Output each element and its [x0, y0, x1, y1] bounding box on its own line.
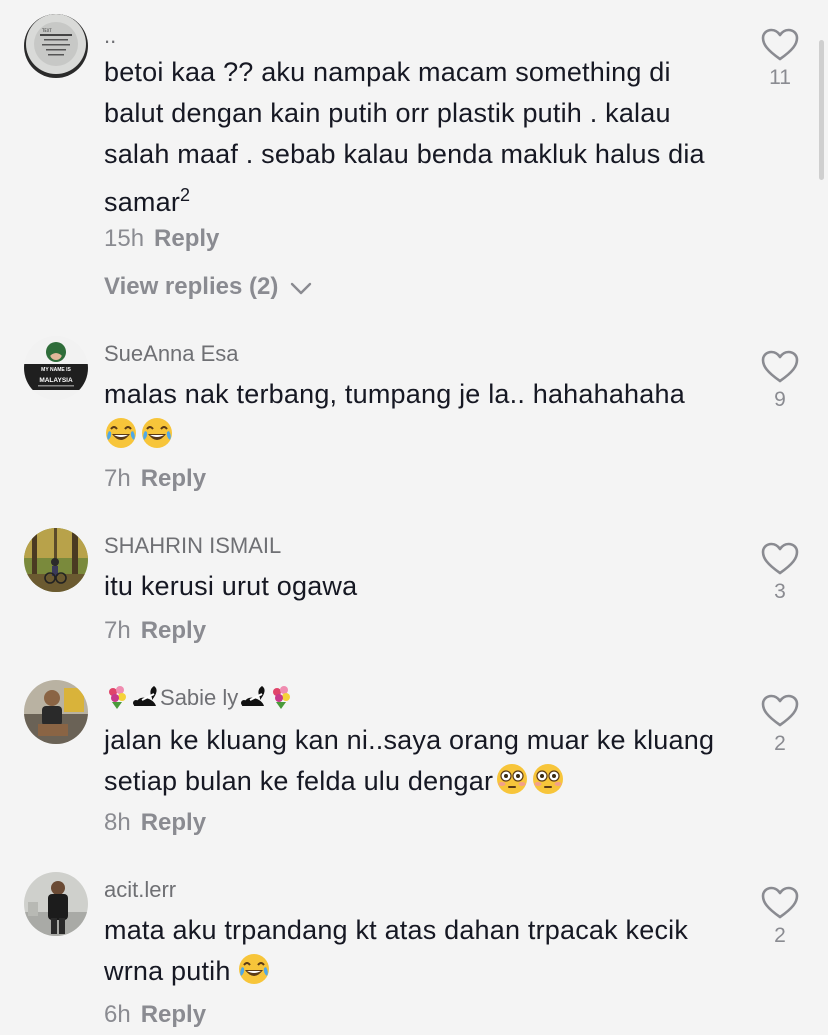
avatar[interactable]: MY NAME IS MALAYSIA — [24, 336, 88, 400]
heart-outline-icon — [761, 28, 799, 61]
skunk-icon — [130, 684, 160, 710]
comment-text-content: itu kerusi urut ogawa — [104, 571, 358, 601]
avatar-image: TEXT — [24, 14, 88, 78]
avatar-image — [24, 680, 88, 744]
comment-text: betoi kaa ?? aku nampak macam something … — [104, 52, 734, 223]
heart-outline-icon — [761, 350, 799, 383]
comment-username[interactable]: Sabie ly — [104, 684, 294, 712]
comment-text: itu kerusi urut ogawa — [104, 566, 734, 607]
skunk-icon — [238, 684, 268, 710]
comment-meta: 15h Reply — [104, 224, 219, 254]
flushed-face-icon — [531, 762, 565, 796]
comment-text: jalan ke kluang kan ni..saya orang muar … — [104, 720, 734, 802]
like-button[interactable]: 2 — [758, 694, 802, 756]
chevron-down-icon — [290, 282, 312, 294]
avatar-image: MY NAME IS MALAYSIA — [24, 336, 88, 400]
comment-text-content: mata aku trpandang kt atas dahan trpacak… — [104, 915, 689, 986]
like-count: 2 — [774, 732, 786, 755]
like-button[interactable]: 3 — [758, 542, 802, 604]
view-replies-button[interactable]: View replies (2) — [104, 272, 313, 302]
comment-text-content: betoi kaa ?? aku nampak macam something … — [104, 57, 705, 217]
heart-outline-icon — [761, 694, 799, 727]
comment-username[interactable]: SHAHRIN ISMAIL — [104, 532, 281, 560]
comment-time: 8h — [104, 809, 131, 836]
avatar[interactable] — [24, 528, 88, 592]
comment-text: mata aku trpandang kt atas dahan trpacak… — [104, 910, 734, 992]
comment-meta: 6h Reply — [104, 1000, 206, 1030]
avatar[interactable]: TEXT — [24, 14, 88, 78]
bouquet-icon — [268, 684, 294, 710]
flushed-face-icon — [495, 762, 529, 796]
avatar[interactable] — [24, 872, 88, 936]
reply-button[interactable]: Reply — [141, 465, 206, 492]
superscript: 2 — [180, 185, 191, 205]
like-button[interactable]: 2 — [758, 886, 802, 948]
comment-username[interactable]: SueAnna Esa — [104, 340, 239, 368]
like-count: 11 — [769, 66, 791, 89]
reply-button[interactable]: Reply — [141, 809, 206, 836]
heart-outline-icon — [761, 886, 799, 919]
face-with-tears-of-joy-icon — [237, 952, 271, 986]
comment-meta: 8h Reply — [104, 808, 206, 838]
like-count: 9 — [774, 388, 786, 411]
comment-username-text: abie ly — [174, 685, 239, 710]
reply-button[interactable]: Reply — [141, 617, 206, 644]
comment-text-content: jalan ke kluang kan ni..saya orang muar … — [104, 725, 715, 796]
bouquet-icon — [104, 684, 130, 710]
comment-time: 7h — [104, 617, 131, 644]
avatar-text: TEXT — [42, 28, 52, 33]
avatar-image — [24, 528, 88, 592]
comment-username[interactable]: acit.lerr — [104, 876, 176, 904]
comment-meta: 7h Reply — [104, 616, 206, 646]
comment-meta: 7h Reply — [104, 464, 206, 494]
comment-text: malas nak terbang, tumpang je la.. hahah… — [104, 374, 734, 456]
view-replies-label: View replies (2) — [104, 273, 279, 300]
comment-time: 6h — [104, 1001, 131, 1028]
avatar[interactable] — [24, 680, 88, 744]
like-button[interactable]: 9 — [758, 350, 802, 412]
like-button[interactable]: 11 — [758, 28, 802, 90]
comment-time: 15h — [104, 225, 145, 252]
like-count: 3 — [774, 580, 786, 603]
comment-username[interactable]: .. — [104, 22, 116, 50]
comments-panel: TEXT .. betoi kaa ?? aku nampak macam so… — [0, 0, 828, 1035]
comment-text-content: malas nak terbang, tumpang je la.. hahah… — [104, 379, 685, 409]
face-with-tears-of-joy-icon — [104, 416, 138, 450]
like-count: 2 — [774, 924, 786, 947]
avatar-text-line2: MALAYSIA — [39, 377, 73, 384]
avatar-image — [24, 872, 88, 936]
avatar-text-line1: MY NAME IS — [41, 367, 71, 373]
reply-button[interactable]: Reply — [141, 1001, 206, 1028]
reply-button[interactable]: Reply — [154, 225, 219, 252]
scrollbar[interactable] — [819, 40, 824, 180]
face-with-tears-of-joy-icon — [140, 416, 174, 450]
comment-time: 7h — [104, 465, 131, 492]
username-prefix: S — [160, 685, 175, 710]
heart-outline-icon — [761, 542, 799, 575]
